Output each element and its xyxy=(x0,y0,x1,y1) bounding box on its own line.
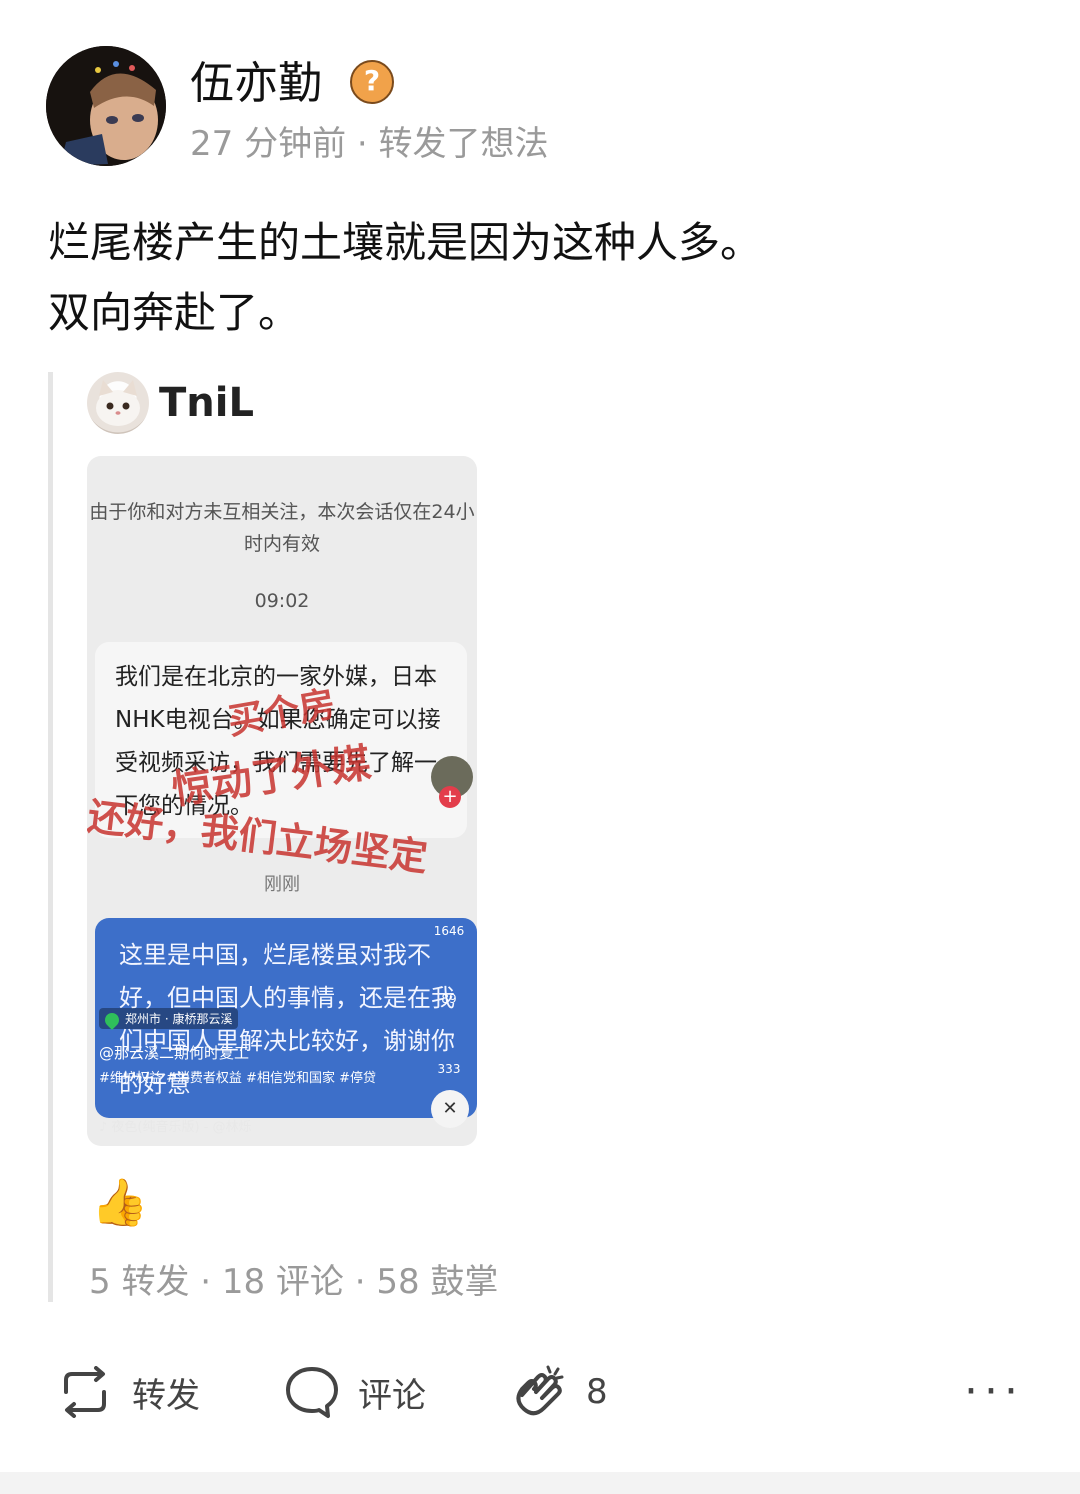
author-name[interactable]: 伍亦勤 xyxy=(190,58,322,110)
post-content: 烂尾楼产生的土壤就是因为这种人多。 双向奔赴了。 xyxy=(48,208,1028,348)
video-music: ♪ 夜色(纯音乐版) - @林烁 xyxy=(99,1120,252,1135)
repost-button[interactable]: 转发 xyxy=(56,1352,200,1432)
comment-button[interactable]: 评论 xyxy=(284,1352,426,1432)
bottom-separator xyxy=(0,1472,1080,1494)
quoted-stats[interactable]: 5 转发 · 18 评论 · 58 鼓掌 xyxy=(89,1260,498,1304)
comment-count: 89 xyxy=(441,992,457,1006)
post-line: 烂尾楼产生的土壤就是因为这种人多。 xyxy=(48,218,763,267)
comment-bubble-icon xyxy=(286,1367,338,1418)
clap-count: 8 xyxy=(586,1372,608,1412)
video-hashtags: #维护权益 #消费者权益 #相信党和国家 #停贷 xyxy=(99,1071,376,1086)
video-location: 郑州市 · 康桥那云溪 xyxy=(99,1008,239,1030)
action-bar: 转发 评论 8 ··· xyxy=(0,1352,1080,1432)
chat-notice: 由于你和对方未互相关注，本次会话仅在24小时内有效 xyxy=(89,501,475,555)
comment-label: 评论 xyxy=(358,1375,426,1416)
avatar-image xyxy=(46,46,166,166)
like-count: 1646 xyxy=(433,924,465,938)
chat-time: 09:02 xyxy=(254,590,310,612)
post-meta: 27 分钟前 · 转发了想法 xyxy=(190,124,549,164)
more-options-icon[interactable]: ··· xyxy=(964,1370,1024,1414)
clap-button[interactable]: 8 xyxy=(508,1352,608,1432)
mute-icon: ✕ xyxy=(431,1090,469,1128)
help-badge-icon[interactable]: ? xyxy=(350,60,394,104)
quoted-post[interactable]: TniL 由于你和对方未互相关注，本次会话仅在24小时内有效 09:02 我们是… xyxy=(48,372,1033,1302)
thumbs-up-emoji: 👍 xyxy=(91,1175,149,1229)
cat-avatar-image xyxy=(96,380,140,426)
clap-icon xyxy=(516,1365,564,1416)
author-avatar[interactable] xyxy=(46,46,166,166)
repost-icon xyxy=(64,1366,106,1418)
share-count: 333 xyxy=(437,1062,461,1076)
follow-plus-icon: + xyxy=(439,786,461,808)
location-pin-icon xyxy=(102,1009,122,1030)
post-header: 伍亦勤 ? 27 分钟前 · 转发了想法 xyxy=(46,46,1036,168)
post-line: 双向奔赴了。 xyxy=(48,288,301,337)
quoted-screenshot[interactable]: 由于你和对方未互相关注，本次会话仅在24小时内有效 09:02 我们是在北京的一… xyxy=(87,456,477,1146)
quoted-author-avatar[interactable] xyxy=(87,372,149,434)
repost-label: 转发 xyxy=(132,1375,200,1416)
video-mention: @那云溪二期何时复工 xyxy=(99,1044,250,1062)
video-location-text: 郑州市 · 康桥那云溪 xyxy=(125,1012,233,1026)
quoted-author-name[interactable]: TniL xyxy=(159,378,254,428)
